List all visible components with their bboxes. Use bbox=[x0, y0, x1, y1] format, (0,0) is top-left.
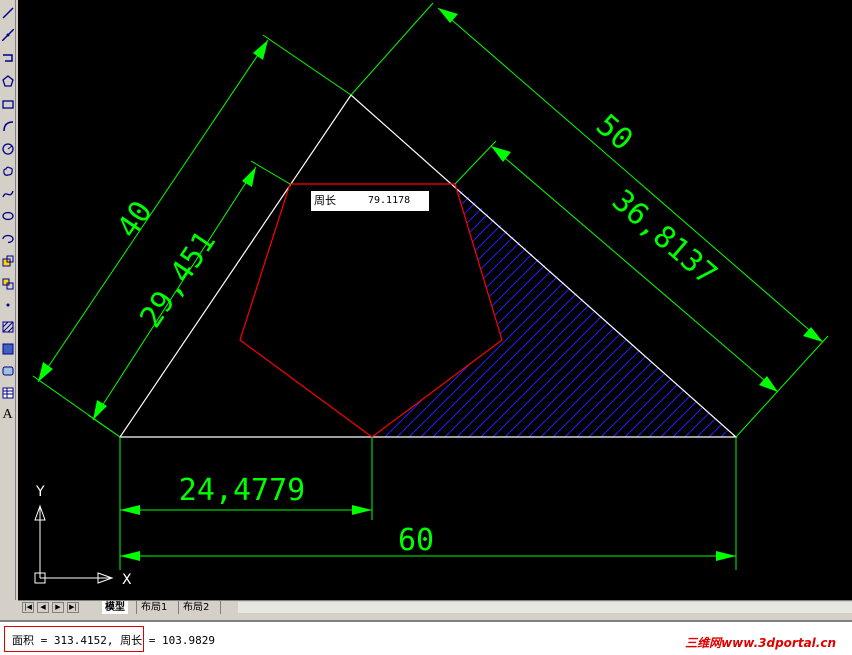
tab-layout1[interactable]: 布局1 bbox=[138, 601, 170, 614]
polyline-icon[interactable] bbox=[0, 49, 15, 67]
multiline-text-icon[interactable]: A bbox=[0, 406, 15, 424]
tooltip-value: 79.1178 bbox=[368, 195, 411, 206]
point-icon[interactable] bbox=[0, 296, 15, 314]
insert-block-icon[interactable] bbox=[0, 252, 15, 270]
drawing-canvas[interactable]: 50 36,8137 40 29,451 24,4779 60 Y X bbox=[18, 0, 852, 600]
tab-separator bbox=[136, 601, 137, 614]
drawing-svg: 50 36,8137 40 29,451 24,4779 60 Y X bbox=[32, 2, 829, 588]
perimeter-result: 周长 = 103.9829 bbox=[120, 634, 215, 647]
ellipse-arc-icon[interactable] bbox=[0, 230, 15, 248]
dim-text-right-inner: 36,8137 bbox=[605, 183, 723, 292]
hatch-icon[interactable] bbox=[0, 318, 15, 336]
ellipse-icon[interactable] bbox=[0, 207, 15, 225]
tab-model[interactable]: 模型 bbox=[102, 601, 128, 614]
table-icon[interactable] bbox=[0, 384, 15, 402]
tab-separator bbox=[178, 601, 179, 614]
rectangle-icon[interactable] bbox=[0, 95, 15, 113]
ucs-y-label: Y bbox=[35, 484, 45, 500]
perimeter-tooltip: 周长 79.1178 bbox=[310, 190, 430, 212]
tab-separator bbox=[220, 601, 221, 614]
polygon-icon[interactable] bbox=[0, 72, 15, 90]
command-line[interactable]: 面积 = 313.4152, 周长 = 103.9829 三维网www.3dpo… bbox=[0, 620, 852, 655]
ucs-icon bbox=[34, 504, 114, 584]
command-output: 面积 = 313.4152, 周长 = 103.9829 bbox=[12, 632, 215, 648]
draw-toolbar: A bbox=[0, 0, 16, 600]
ucs-x-label: X bbox=[122, 572, 132, 588]
construction-line-icon[interactable] bbox=[0, 26, 15, 44]
region-icon[interactable] bbox=[0, 362, 15, 380]
dim-text-bottom-outer: 60 bbox=[398, 523, 434, 558]
next-tab-button[interactable]: ▶ bbox=[52, 602, 64, 613]
hatch-region bbox=[372, 184, 736, 437]
layout-tabs-bar: |◀ ◀ ▶ ▶| 模型 布局1 布局2 bbox=[18, 600, 852, 615]
area-result: 面积 = 313.4152, bbox=[12, 634, 114, 647]
line-icon[interactable] bbox=[0, 4, 15, 22]
horizontal-scrollbar[interactable] bbox=[238, 602, 852, 613]
tooltip-label: 周长 bbox=[314, 194, 336, 207]
last-tab-button[interactable]: ▶| bbox=[67, 602, 79, 613]
first-tab-button[interactable]: |◀ bbox=[22, 602, 34, 613]
prev-tab-button[interactable]: ◀ bbox=[37, 602, 49, 613]
arc-icon[interactable] bbox=[0, 117, 15, 135]
gradient-icon[interactable] bbox=[0, 340, 15, 358]
tab-layout2[interactable]: 布局2 bbox=[180, 601, 212, 614]
revision-cloud-icon[interactable] bbox=[0, 162, 15, 180]
circle-icon[interactable] bbox=[0, 140, 15, 158]
dim-text-right-outer: 50 bbox=[589, 108, 639, 158]
watermark-text: 三维网www.3dportal.cn bbox=[685, 636, 836, 650]
spline-icon[interactable] bbox=[0, 185, 15, 203]
dim-text-left-inner: 29,451 bbox=[133, 225, 223, 334]
dim-text-left-outer: 40 bbox=[111, 195, 160, 245]
make-block-icon[interactable] bbox=[0, 275, 15, 293]
dim-text-bottom-inner: 24,4779 bbox=[179, 473, 305, 508]
